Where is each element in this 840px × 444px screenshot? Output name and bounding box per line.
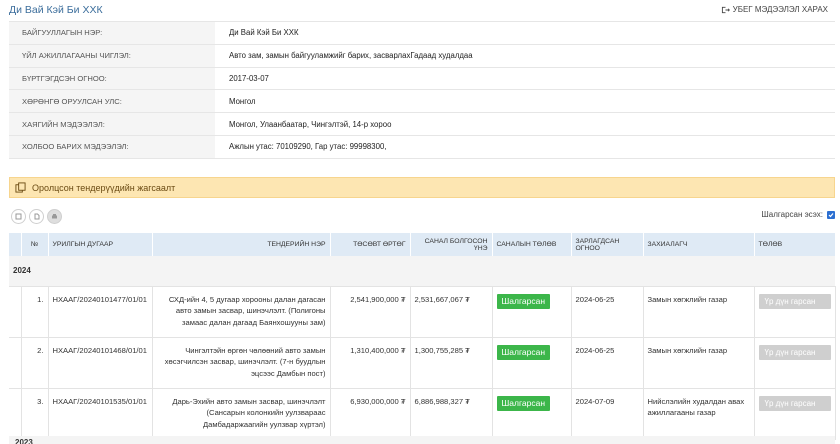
table-row: 1. НХААГ/20240101477/01/01 СХД-ийн 4, 5 …	[9, 286, 836, 338]
customer-link[interactable]: Замын хөгжлийн газар	[643, 337, 755, 389]
row-number: 1.	[21, 286, 49, 338]
budget-value: 2,541,900,000 ₮	[330, 286, 411, 338]
column-header-status[interactable]: ТӨЛӨВ	[754, 233, 836, 256]
offer-status-badge: Шалгарсан	[496, 395, 551, 411]
table-header-row: № УРИЛГЫН ДУГААР ТЕНДЕРИЙН НЭР ТӨСӨВТ ӨР…	[9, 233, 836, 256]
status-cell: Үр дүн гарсан	[754, 337, 836, 389]
year-group-row-next[interactable]: 2023	[9, 436, 835, 444]
list-icon	[15, 213, 22, 220]
info-value: 2017-03-07	[215, 66, 835, 90]
info-value: Монгол	[215, 89, 835, 113]
row-number: 2.	[21, 337, 49, 389]
tender-name: Дарь-Эхийн авто замын засвар, шинэчлэлт …	[152, 388, 331, 440]
row-spacer	[9, 388, 22, 440]
table-toolbar	[11, 209, 62, 224]
back-to-register-link[interactable]: УБЕГ МЭДЭЭЛЭЛ ХАРАХ	[721, 5, 828, 14]
print-icon	[52, 214, 57, 219]
back-link-label: УБЕГ МЭДЭЭЛЭЛ ХАРАХ	[732, 5, 828, 14]
status-cell: Үр дүн гарсан	[754, 388, 836, 440]
page-header: Ди Вай Кэй Би ХХК УБЕГ МЭДЭЭЛЭЛ ХАРАХ	[0, 0, 840, 20]
print-button[interactable]	[47, 209, 62, 224]
column-header-offer[interactable]: САНАЛ БОЛГОСОН ҮНЭ	[410, 233, 493, 256]
tender-name: СХД-ийн 4, 5 дугаар хорооны далан дагаса…	[152, 286, 331, 338]
selected-filter-toggle[interactable]: Шалгарсан эсэх:	[761, 210, 835, 219]
offer-status-badge: Шалгарсан	[496, 293, 551, 309]
tender-table: № УРИЛГЫН ДУГААР ТЕНДЕРИЙН НЭР ТӨСӨВТ ӨР…	[9, 233, 836, 440]
offer-status-cell: Шалгарсан	[492, 388, 572, 440]
row-spacer	[9, 337, 22, 389]
customer-link[interactable]: Замын хөгжлийн газар	[643, 286, 755, 338]
announced-date: 2024-06-25	[571, 286, 644, 338]
copy-icon	[15, 182, 26, 193]
info-value: Ди Вай Кэй Би ХХК	[215, 21, 835, 45]
offer-status-cell: Шалгарсан	[492, 286, 572, 338]
tender-section-header: Оролцсон тендерүүдийн жагсаалт	[9, 177, 835, 198]
column-header-offer-status[interactable]: САНАЛЫН ТӨЛӨВ	[492, 233, 572, 256]
info-label: ХӨРӨНГӨ ОРУУЛСАН УЛС:	[9, 89, 215, 113]
customer-link[interactable]: Нийслэлийн худалдан авах ажиллагааны газ…	[643, 388, 755, 440]
info-value: Авто зам, замын байгууламжийг барих, зас…	[215, 43, 835, 68]
info-row-activity: ҮЙЛ АЖИЛЛАГААНЫ ЧИГЛЭЛ: Авто зам, замын б…	[9, 43, 835, 68]
tender-name: Чингэлтэйн өргөн чөлөөний авто замын хөс…	[152, 337, 331, 389]
list-view-button[interactable]	[11, 209, 26, 224]
table-row: 2. НХААГ/20240101468/01/01 Чингэлтэйн өр…	[9, 337, 836, 389]
row-spacer	[9, 286, 22, 338]
column-header-name[interactable]: ТЕНДЕРИЙН НЭР	[152, 233, 331, 256]
pdf-export-button[interactable]	[29, 209, 44, 224]
company-info-table: БАЙГУУЛЛАГЫН НЭР: Ди Вай Кэй Би ХХК ҮЙЛ А…	[9, 21, 835, 159]
offer-status-cell: Шалгарсан	[492, 337, 572, 389]
announced-date: 2024-06-25	[571, 337, 644, 389]
pdf-icon	[34, 213, 40, 220]
selected-filter-label: Шалгарсан эсэх:	[761, 210, 823, 219]
status-cell: Үр дүн гарсан	[754, 286, 836, 338]
sign-out-icon	[721, 6, 730, 13]
budget-value: 6,930,000,000 ₮	[330, 388, 411, 440]
column-header-invitation[interactable]: УРИЛГЫН ДУГААР	[48, 233, 153, 256]
info-row-registered: БҮРТГЭГДСЭН ОГНОО: 2017-03-07	[9, 66, 835, 90]
table-row: 3. НХААГ/20240101535/01/01 Дарь-Эхийн ав…	[9, 388, 836, 440]
offer-value: 2,531,667,067 ₮	[410, 286, 493, 338]
year-group-row[interactable]: 2024	[9, 256, 835, 287]
invitation-link[interactable]: НХААГ/20240101477/01/01	[48, 286, 153, 338]
info-value: Ажлын утас: 70109290, Гар утас: 99998300…	[215, 134, 835, 159]
section-title: Оролцсон тендерүүдийн жагсаалт	[32, 182, 176, 193]
column-header-customer[interactable]: ЗАХИАЛАГЧ	[643, 233, 755, 256]
selected-filter-checkbox[interactable]	[827, 210, 835, 219]
info-label: ҮЙЛ АЖИЛЛАГААНЫ ЧИГЛЭЛ:	[9, 43, 215, 68]
column-header-date[interactable]: ЗАРЛАГДСАН ОГНОО	[571, 233, 644, 256]
info-label: ХАЯГИЙН МЭДЭЭЛЭЛ:	[9, 112, 215, 136]
budget-value: 1,310,400,000 ₮	[330, 337, 411, 389]
offer-value: 1,300,755,285 ₮	[410, 337, 493, 389]
check-icon	[828, 212, 834, 217]
info-label: БҮРТГЭГДСЭН ОГНОО:	[9, 66, 215, 90]
offer-value: 6,886,988,327 ₮	[410, 388, 493, 440]
invitation-link[interactable]: НХААГ/20240101468/01/01	[48, 337, 153, 389]
result-status-button[interactable]: Үр дүн гарсан	[758, 344, 831, 360]
info-value: Монгол, Улаанбаатар, Чингэлтэй, 14-р хор…	[215, 112, 835, 136]
row-number: 3.	[21, 388, 49, 440]
year-group-label: 2024	[9, 256, 835, 287]
info-row-address: ХАЯГИЙН МЭДЭЭЛЭЛ: Монгол, Улаанбаатар, Чи…	[9, 112, 835, 136]
info-label: БАЙГУУЛЛАГЫН НЭР:	[9, 21, 215, 45]
invitation-link[interactable]: НХААГ/20240101535/01/01	[48, 388, 153, 440]
offer-status-badge: Шалгарсан	[496, 344, 551, 360]
page-title: Ди Вай Кэй Би ХХК	[9, 4, 103, 16]
info-row-country: ХӨРӨНГӨ ОРУУЛСАН УЛС: Монгол	[9, 89, 835, 113]
column-header-budget[interactable]: ТӨСӨВТ ӨРТӨГ	[330, 233, 411, 256]
column-header-no[interactable]: №	[21, 233, 49, 256]
result-status-button[interactable]: Үр дүн гарсан	[758, 293, 831, 309]
info-label: ХОЛБОО БАРИХ МЭДЭЭЛЭЛ:	[9, 134, 215, 159]
info-row-contact: ХОЛБОО БАРИХ МЭДЭЭЛЭЛ: Ажлын утас: 701092…	[9, 134, 835, 159]
column-header-spacer	[9, 233, 22, 256]
announced-date: 2024-07-09	[571, 388, 644, 440]
info-row-name: БАЙГУУЛЛАГЫН НЭР: Ди Вай Кэй Би ХХК	[9, 21, 835, 45]
result-status-button[interactable]: Үр дүн гарсан	[758, 395, 831, 411]
